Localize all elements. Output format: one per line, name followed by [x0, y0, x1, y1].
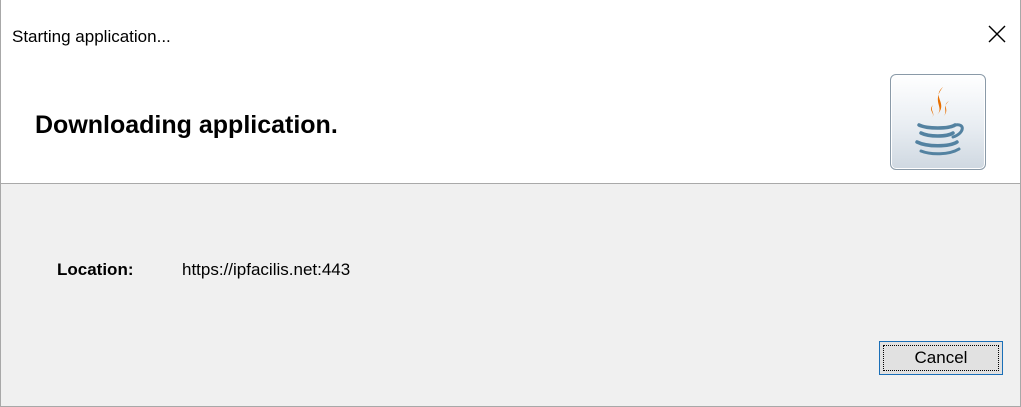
java-coffee-cup-icon	[890, 74, 986, 170]
java-logo-graphic	[915, 87, 964, 156]
dialog-header: Downloading application.	[1, 74, 1020, 184]
location-value: https://ipfacilis.net:443	[182, 260, 351, 279]
location-label: Location:	[57, 260, 134, 279]
header-title: Downloading application.	[35, 111, 338, 139]
dialog-body: Location: https://ipfacilis.net:443 Canc…	[1, 184, 1020, 406]
title-bar[interactable]: Starting application...	[1, 0, 1020, 78]
cancel-button[interactable]: Cancel	[879, 341, 1003, 375]
cancel-button-label: Cancel	[914, 348, 968, 367]
close-icon	[988, 25, 1006, 43]
download-dialog: Starting application... Downloading appl…	[0, 0, 1021, 407]
window-title: Starting application...	[12, 27, 171, 46]
close-button[interactable]	[974, 14, 1020, 54]
